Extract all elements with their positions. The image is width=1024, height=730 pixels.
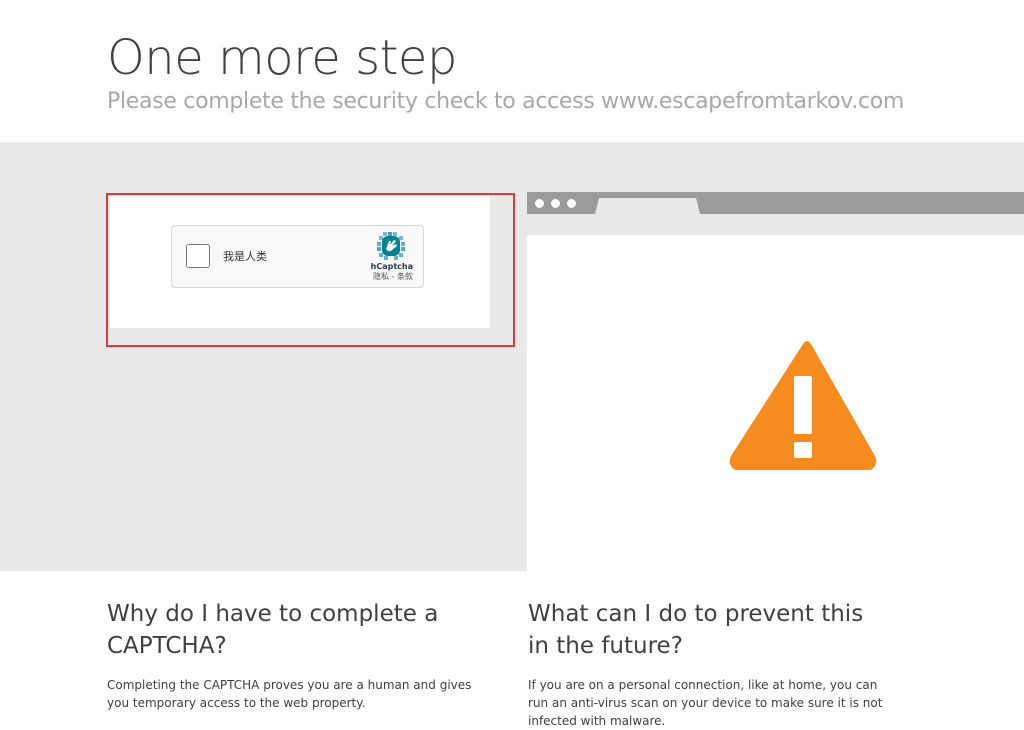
window-dot-icon <box>567 199 576 208</box>
highlight-box <box>106 193 515 347</box>
prevent-text: If you are on a personal connection, lik… <box>528 678 883 728</box>
prevent-heading: What can I do to prevent this in the fut… <box>528 601 864 659</box>
page-subtitle: Please complete the security check to ac… <box>107 89 905 114</box>
warning-icon <box>729 341 877 470</box>
page-header: One more step Please complete the securi… <box>0 0 1024 142</box>
page-title: One more step <box>107 30 457 86</box>
browser-tab <box>595 198 700 214</box>
window-dot-icon <box>551 199 560 208</box>
browser-title-bar <box>527 192 1024 214</box>
browser-illustration <box>527 192 1024 571</box>
window-dot-icon <box>535 199 544 208</box>
why-captcha-text: Completing the CAPTCHA proves you are a … <box>107 678 472 710</box>
why-captcha-heading: Why do I have to complete a CAPTCHA? <box>107 601 439 659</box>
browser-address-strip <box>527 214 1024 235</box>
